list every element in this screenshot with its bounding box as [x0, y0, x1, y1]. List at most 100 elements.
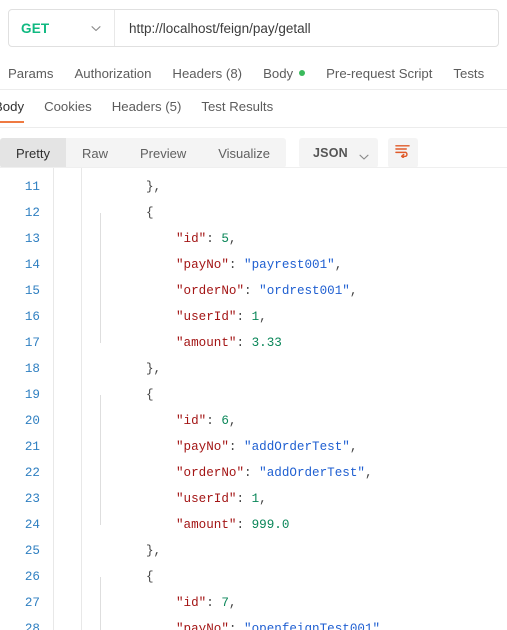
- code-line-content: "orderNo": "ordrest001",: [46, 265, 507, 304]
- code-token: ,: [259, 310, 267, 324]
- code-line-content: "payNo": "addOrderTest",: [46, 421, 507, 460]
- code-line: 28 "payNo": "openfeignTest001",: [0, 603, 507, 630]
- code-token: "amount": [176, 518, 237, 532]
- response-tab-body[interactable]: Body: [0, 96, 25, 123]
- indent-guide: [100, 213, 101, 239]
- code-token: :: [236, 518, 252, 532]
- code-line: 14 "payNo": "payrest001",: [0, 239, 507, 278]
- request-tab-headers[interactable]: Headers (8): [172, 66, 242, 81]
- code-token: ,: [228, 414, 237, 428]
- http-method-selector[interactable]: GET: [9, 10, 115, 46]
- line-number: 21: [24, 440, 40, 454]
- indent-guide: [100, 473, 101, 499]
- code-token: ,: [259, 492, 267, 506]
- code-token: ,: [349, 440, 358, 454]
- indent-guide: [100, 317, 101, 343]
- code-token: "payrest001": [244, 258, 335, 272]
- code-token: :: [206, 232, 222, 246]
- response-language-select[interactable]: JSON: [299, 138, 378, 168]
- code-token: :: [206, 414, 222, 428]
- line-number: 16: [24, 310, 40, 324]
- code-token: "userId": [176, 492, 237, 506]
- code-line: 26 {: [0, 564, 507, 590]
- code-token: },: [146, 544, 162, 558]
- code-token: "openfeignTest001": [244, 622, 381, 630]
- code-token: 7: [221, 596, 229, 610]
- line-number: 27: [24, 596, 40, 610]
- line-number: 19: [24, 388, 40, 402]
- code-token: :: [244, 466, 260, 480]
- code-line: 10"amount": 9.9: [0, 167, 507, 174]
- code-line-content: "id": 5,: [46, 213, 507, 252]
- format-tab-raw[interactable]: Raw: [66, 138, 124, 168]
- code-token: :: [228, 622, 245, 630]
- code-token: "ordrest001": [259, 284, 350, 298]
- code-line-content: "userId": 1,: [46, 291, 507, 330]
- format-tab-visualize[interactable]: Visualize: [202, 138, 286, 168]
- line-number: 26: [24, 570, 40, 584]
- code-token: 5: [221, 232, 229, 246]
- code-token: },: [146, 362, 162, 376]
- url-bar: GET http://localhost/feign/pay/getall: [8, 9, 499, 47]
- code-line-content: {: [46, 564, 507, 590]
- line-number: 20: [24, 414, 40, 428]
- url-bar-container: GET http://localhost/feign/pay/getall: [0, 0, 507, 47]
- url-input[interactable]: http://localhost/feign/pay/getall: [115, 10, 498, 46]
- code-line: 20 "id": 6,: [0, 395, 507, 434]
- request-tab-label: Authorization: [74, 65, 152, 81]
- code-line-content: "payNo": "payrest001",: [46, 239, 507, 278]
- code-line: 16 "userId": 1,: [0, 291, 507, 330]
- format-tab-pretty[interactable]: Pretty: [0, 138, 66, 168]
- code-token: "orderNo": [176, 466, 245, 480]
- code-line: 11},: [0, 174, 507, 200]
- wrap-lines-button[interactable]: [387, 138, 418, 168]
- request-tab-authorization[interactable]: Authorization: [74, 66, 151, 81]
- indent-guide: [100, 499, 101, 525]
- response-body-viewer[interactable]: 10"amount": 9.911},12{13"id": 5,14"payNo…: [0, 167, 507, 630]
- code-token: "amount": [176, 336, 237, 350]
- request-tab-pre-request-script[interactable]: Pre-request Script: [326, 66, 432, 81]
- code-token: ,: [380, 622, 388, 630]
- code-line-content: "id": 6,: [46, 395, 507, 434]
- response-tab-bar: Body Cookies Headers (5) Test Results: [0, 96, 507, 128]
- code-line-content: "id": 7,: [46, 577, 507, 616]
- code-token: "userId": [176, 310, 237, 324]
- http-method-label: GET: [21, 20, 50, 36]
- code-line: 13 "id": 5,: [0, 213, 507, 252]
- response-tab-label: Cookies: [44, 99, 92, 114]
- request-tab-label: Params: [8, 65, 54, 81]
- code-line-content: {: [46, 200, 507, 226]
- code-line-content: "payNo": "openfeignTest001",: [46, 603, 507, 630]
- request-tab-tests[interactable]: Tests: [453, 66, 484, 81]
- format-tab-preview[interactable]: Preview: [124, 138, 202, 168]
- response-tab-test-results[interactable]: Test Results: [201, 96, 273, 114]
- code-token: :: [236, 310, 252, 324]
- response-tab-cookies[interactable]: Cookies: [44, 96, 92, 114]
- code-line: 15 "orderNo": "ordrest001",: [0, 265, 507, 304]
- code-line: 25},: [0, 538, 507, 564]
- code-token: ,: [364, 466, 373, 480]
- code-token: :: [236, 336, 252, 350]
- code-token: {: [146, 570, 154, 584]
- format-tab-label: Pretty: [16, 145, 50, 161]
- code-line-content: "orderNo": "addOrderTest",: [46, 447, 507, 486]
- code-token: 6: [221, 414, 229, 428]
- code-token: :: [206, 596, 222, 610]
- code-token: :: [228, 440, 245, 454]
- indent-guide: [100, 421, 101, 447]
- response-tab-label: Headers (5): [111, 99, 182, 114]
- indent-guide: [100, 447, 101, 473]
- request-tab-bar: Params Authorization Headers (8) Body Pr…: [0, 57, 507, 90]
- body-modified-dot-icon: [299, 70, 306, 76]
- code-token: ,: [228, 596, 237, 610]
- code-token: "payNo": [176, 622, 229, 630]
- response-tab-label: Test Results: [201, 99, 274, 114]
- request-tab-body[interactable]: Body: [263, 66, 306, 81]
- request-tab-params[interactable]: Params: [8, 66, 53, 81]
- indent-guide: [100, 603, 101, 629]
- response-tab-headers[interactable]: Headers (5): [112, 96, 182, 114]
- code-line: 24 "amount": 999.0: [0, 499, 507, 538]
- code-token: :: [236, 167, 251, 168]
- indent-guide: [100, 395, 101, 421]
- code-line-content: "userId": 1,: [46, 473, 507, 512]
